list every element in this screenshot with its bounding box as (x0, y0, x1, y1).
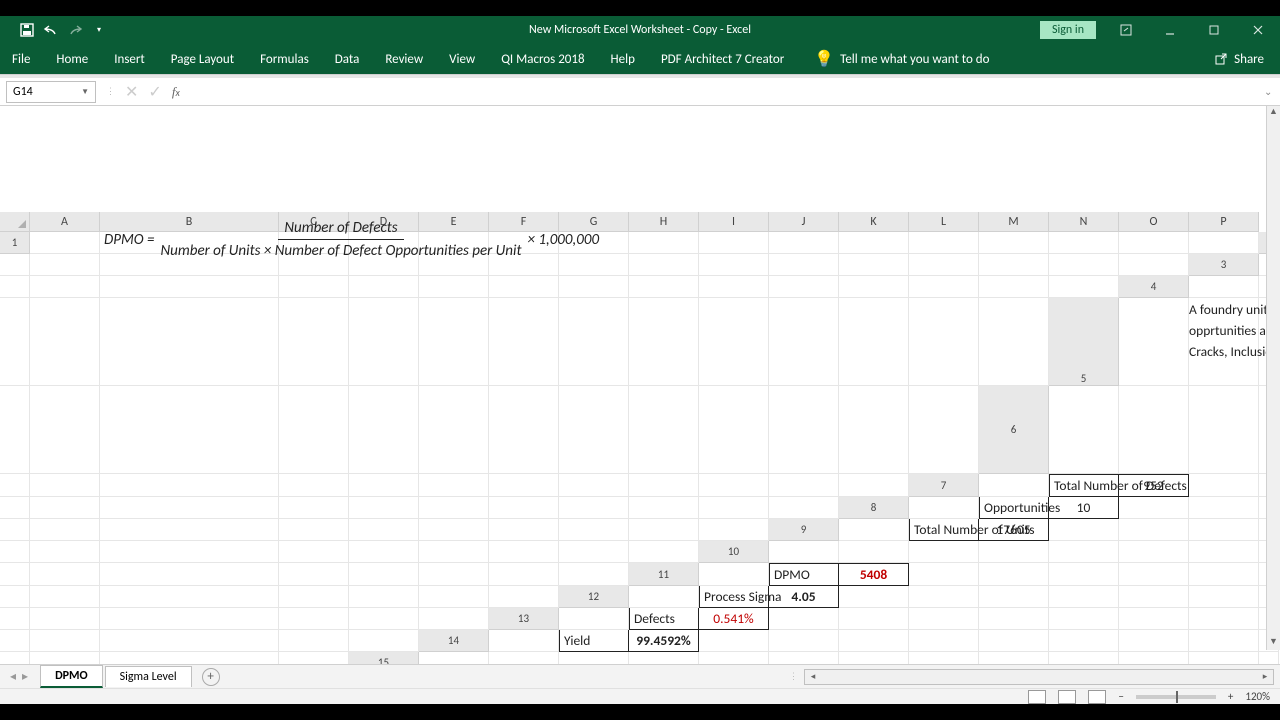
status-bar: − + 120% (0, 688, 1280, 704)
document-title: New Microsoft Excel Worksheet - Copy - E… (529, 23, 751, 37)
expand-formula-bar-icon[interactable]: ⌄ (1264, 85, 1280, 98)
cell-value[interactable]: 10 (1049, 497, 1119, 519)
row-header[interactable]: 13 (489, 608, 559, 630)
scroll-down-icon[interactable]: ▼ (1267, 636, 1280, 650)
ribbon-options-icon[interactable] (1104, 16, 1148, 44)
col-header[interactable]: K (839, 212, 909, 232)
col-header[interactable]: N (1049, 212, 1119, 232)
tab-view[interactable]: View (445, 48, 479, 71)
formula-input[interactable] (186, 81, 1258, 103)
prev-sheet-icon[interactable]: ◂ (10, 669, 16, 684)
row-header[interactable]: 14 (419, 630, 489, 652)
zoom-slider[interactable] (1136, 695, 1216, 699)
scroll-up-icon[interactable]: ▲ (1267, 106, 1280, 120)
col-header[interactable]: A (30, 212, 100, 232)
cell-dpmo-value[interactable]: 5408 (839, 563, 909, 586)
save-icon[interactable] (18, 21, 36, 39)
next-sheet-icon[interactable]: ▸ (22, 669, 28, 684)
cell-value[interactable]: 952 (1119, 474, 1189, 497)
dpmo-formula: DPMO = Number of Defects Number of Units… (104, 219, 599, 260)
cell-sigma-value[interactable]: 4.05 (769, 586, 839, 608)
cell-label[interactable]: Total Number of Defects (1049, 474, 1119, 497)
row-header[interactable]: 3 (1189, 254, 1259, 276)
minimize-button[interactable] (1148, 16, 1192, 44)
lightbulb-icon: 💡 (814, 49, 834, 69)
row-header[interactable]: 4 (1119, 276, 1189, 298)
row-header[interactable]: 11 (629, 563, 699, 586)
spreadsheet-grid[interactable]: A B C D E F G H I J K L M N O P DPMO = N… (0, 212, 1280, 720)
cell-label[interactable]: Defects (629, 608, 699, 630)
fx-icon[interactable]: fx (172, 84, 180, 100)
cell-label[interactable]: Opportunities (979, 497, 1049, 519)
formula-bar: G14 ▼ ⋮ ✕ ✓ fx ⌄ (0, 78, 1280, 106)
maximize-button[interactable] (1192, 16, 1236, 44)
cell-label[interactable]: Total Number of Units (909, 519, 979, 541)
sign-in-button[interactable]: Sign in (1040, 21, 1096, 39)
tab-help[interactable]: Help (607, 48, 639, 71)
select-all-corner[interactable] (0, 212, 30, 232)
sheet-tab-sigma-level[interactable]: Sigma Level (105, 666, 192, 687)
row-header[interactable]: 10 (699, 541, 769, 563)
scroll-left-icon[interactable]: ◂ (805, 671, 821, 682)
vertical-scrollbar[interactable]: ▲ ▼ (1266, 106, 1280, 650)
tab-data[interactable]: Data (331, 48, 364, 71)
sheet-tab-bar: ◂ ▸ DPMO Sigma Level + ⋮ ◂ ▸ (0, 664, 1280, 688)
tab-insert[interactable]: Insert (110, 48, 149, 71)
cell-label[interactable]: Yield (559, 630, 629, 652)
col-header[interactable]: H (629, 212, 699, 232)
titlebar: ▾ New Microsoft Excel Worksheet - Copy -… (0, 16, 1280, 44)
cell-value[interactable]: 17605 (979, 519, 1049, 541)
row-header[interactable]: 1 (0, 232, 30, 254)
col-header[interactable]: P (1189, 212, 1259, 232)
chevron-down-icon[interactable]: ▼ (81, 87, 89, 97)
sheet-tab-dpmo[interactable]: DPMO (40, 665, 103, 688)
zoom-in-button[interactable]: + (1228, 690, 1233, 703)
qat-customize-icon[interactable]: ▾ (90, 21, 108, 39)
row-header[interactable]: 6 (979, 386, 1049, 474)
normal-view-button[interactable] (1028, 690, 1046, 704)
col-header[interactable]: J (769, 212, 839, 232)
tab-review[interactable]: Review (381, 48, 427, 71)
col-header[interactable]: I (699, 212, 769, 232)
tab-home[interactable]: Home (52, 48, 92, 71)
col-header[interactable]: L (909, 212, 979, 232)
share-icon (1214, 52, 1228, 66)
undo-icon[interactable] (42, 21, 60, 39)
redo-icon[interactable] (66, 21, 84, 39)
add-sheet-button[interactable]: + (202, 668, 220, 686)
tab-qimacros[interactable]: QI Macros 2018 (497, 48, 588, 71)
tell-me-search[interactable]: 💡 Tell me what you want to do (814, 49, 989, 69)
col-header[interactable]: O (1119, 212, 1189, 232)
row-header[interactable]: 12 (559, 586, 629, 608)
cell-defects-value[interactable]: 0.541% (699, 608, 769, 630)
row-header[interactable]: 7 (909, 474, 979, 497)
page-layout-view-button[interactable] (1058, 690, 1076, 704)
zoom-level[interactable]: 120% (1245, 690, 1270, 703)
tab-file[interactable]: File (8, 48, 34, 71)
scroll-right-icon[interactable]: ▸ (1257, 671, 1273, 682)
tab-pdf-architect[interactable]: PDF Architect 7 Creator (657, 48, 788, 71)
horizontal-scrollbar[interactable]: ◂ ▸ (804, 669, 1274, 685)
row-header[interactable]: 8 (839, 497, 909, 519)
row-header[interactable]: 9 (769, 519, 839, 541)
share-button[interactable]: Share (1214, 52, 1272, 67)
enter-formula-icon[interactable]: ✓ (148, 82, 161, 102)
page-break-view-button[interactable] (1088, 690, 1106, 704)
tab-formulas[interactable]: Formulas (256, 48, 313, 71)
cell-label[interactable]: Process Sigma (699, 586, 769, 608)
cell-yield-value[interactable]: 99.4592% (629, 630, 699, 652)
col-header[interactable]: M (979, 212, 1049, 232)
row-header[interactable]: 5 (1049, 298, 1119, 386)
cell-label[interactable]: DPMO (769, 563, 839, 586)
zoom-out-button[interactable]: − (1118, 690, 1123, 703)
ribbon: File Home Insert Page Layout Formulas Da… (0, 44, 1280, 74)
cancel-formula-icon[interactable]: ✕ (125, 82, 138, 102)
close-button[interactable] (1236, 16, 1280, 44)
name-box[interactable]: G14 ▼ (6, 81, 96, 103)
tab-page-layout[interactable]: Page Layout (167, 48, 238, 71)
